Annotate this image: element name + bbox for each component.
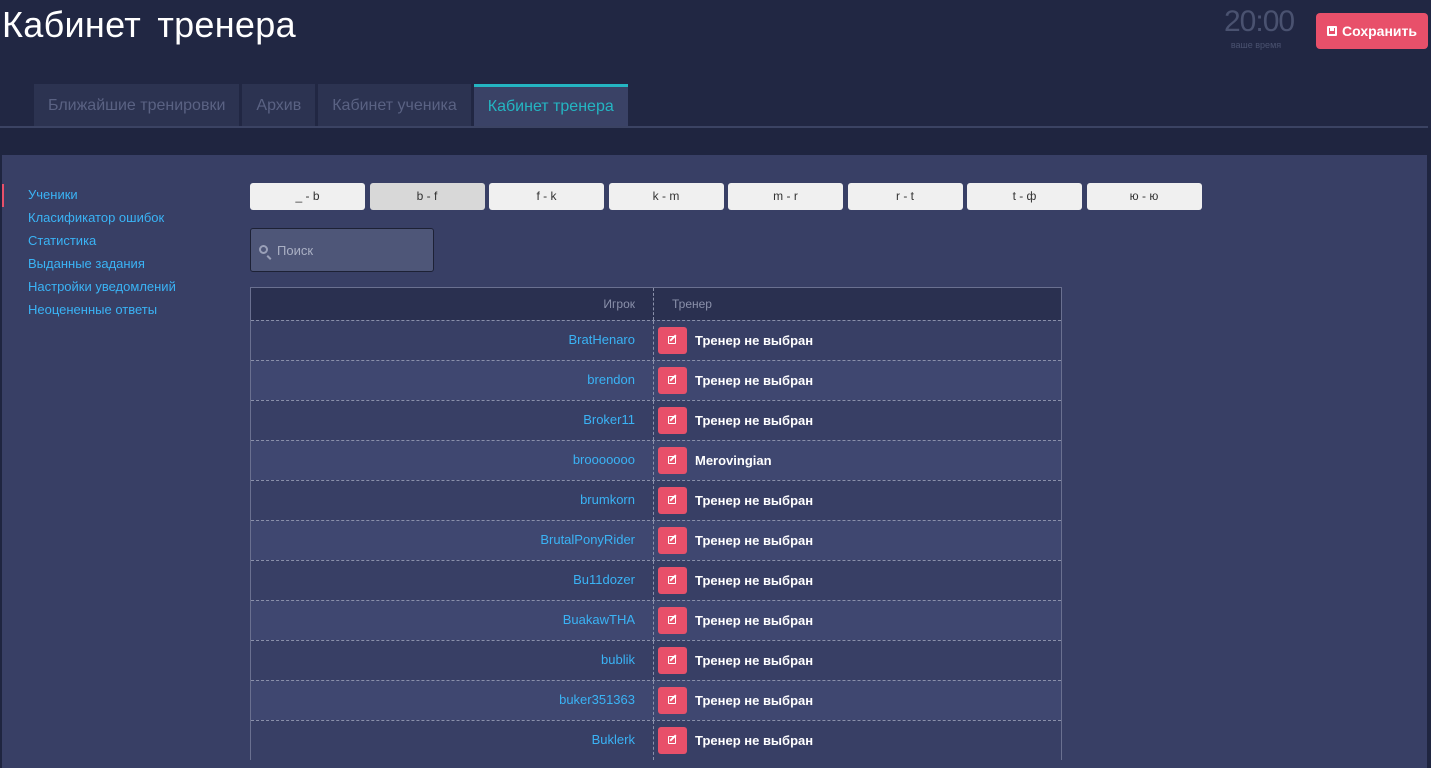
player-name-link[interactable]: BuakawTHA xyxy=(251,601,654,640)
trainer-cell: Тренер не выбран xyxy=(654,601,1061,640)
sidebar-item-notification-settings[interactable]: Настройки уведомлений xyxy=(2,276,232,299)
floppy-icon xyxy=(1327,26,1338,36)
trainer-cell: Тренер не выбран xyxy=(654,681,1061,720)
letter-filter-button[interactable]: f - k xyxy=(489,183,604,210)
table-row: BratHenaro Тренер не выбран xyxy=(251,320,1061,360)
trainer-name: Тренер не выбран xyxy=(695,413,814,428)
player-name-link[interactable]: Bu11dozer xyxy=(251,561,654,600)
trainer-name: Тренер не выбран xyxy=(695,653,814,668)
clock-label: ваше время xyxy=(1230,40,1282,50)
letter-filter-button[interactable]: b - f xyxy=(369,183,485,210)
table-row: BrutalPonyRider Тренер не выбран xyxy=(251,520,1061,560)
edit-trainer-button[interactable] xyxy=(658,567,687,594)
trainer-name: Тренер не выбран xyxy=(695,613,814,628)
edit-trainer-button[interactable] xyxy=(658,727,687,754)
player-name-link[interactable]: BratHenaro xyxy=(251,321,654,360)
edit-trainer-button[interactable] xyxy=(658,687,687,714)
letter-filter: _ - b b - f f - k k - m m - r r - t t - … xyxy=(250,183,1206,210)
tab-divider xyxy=(0,126,1428,128)
table-row: brendon Тренер не выбран xyxy=(251,360,1061,400)
column-header-player: Игрок xyxy=(251,288,654,320)
sidebar-item-issued-tasks[interactable]: Выданные задания xyxy=(2,253,232,276)
edit-trainer-button[interactable] xyxy=(658,327,687,354)
trainer-cell: Тренер не выбран xyxy=(654,721,1061,760)
player-name-link[interactable]: brendon xyxy=(251,361,654,400)
save-button-label: Сохранить xyxy=(1342,23,1417,39)
tab-upcoming-trainings[interactable]: Ближайшие тренировки xyxy=(34,84,240,126)
edit-trainer-button[interactable] xyxy=(658,647,687,674)
sidebar-item-students[interactable]: Ученики xyxy=(2,184,232,207)
students-table: Игрок Тренер BratHenaro Тренер не выбран b… xyxy=(250,287,1062,760)
tab-archive[interactable]: Архив xyxy=(242,84,316,126)
sidebar: Ученики Класификатор ошибок Статистика В… xyxy=(2,184,232,322)
player-name-link[interactable]: brumkorn xyxy=(251,481,654,520)
header: Кабинет тренера 20:00 ваше время Сохрани… xyxy=(0,0,1431,128)
sidebar-item-unrated-answers[interactable]: Неоцененные ответы xyxy=(2,299,232,322)
clock: 20:00 ваше время xyxy=(1224,5,1295,51)
table-row: BuakawTHA Тренер не выбран xyxy=(251,600,1061,640)
table-row: brumkorn Тренер не выбран xyxy=(251,480,1061,520)
edit-trainer-button[interactable] xyxy=(658,407,687,434)
letter-filter-button[interactable]: m - r xyxy=(728,183,843,210)
column-header-trainer: Тренер xyxy=(672,297,712,311)
table-header: Игрок Тренер xyxy=(251,288,1061,320)
player-name-link[interactable]: Broker11 xyxy=(251,401,654,440)
sidebar-item-error-classifier[interactable]: Класификатор ошибок xyxy=(2,207,232,230)
trainer-name: Тренер не выбран xyxy=(695,573,814,588)
save-button[interactable]: Сохранить xyxy=(1316,13,1428,49)
trainer-cell: Тренер не выбран xyxy=(654,401,1061,440)
table-row: buker351363 Тренер не выбран xyxy=(251,680,1061,720)
trainer-name: Тренер не выбран xyxy=(695,373,814,388)
trainer-name: Тренер не выбран xyxy=(695,733,814,748)
player-name-link[interactable]: Buklerk xyxy=(251,721,654,760)
tab-student-cabinet[interactable]: Кабинет ученика xyxy=(318,84,471,126)
trainer-name: Тренер не выбран xyxy=(695,493,814,508)
letter-filter-button[interactable]: ю - ю xyxy=(1086,183,1202,210)
trainer-name: Тренер не выбран xyxy=(695,333,814,348)
table-row: Broker11 Тренер не выбран xyxy=(251,400,1061,440)
page-title: Кабинет тренера xyxy=(2,4,296,45)
letter-filter-button[interactable]: r - t xyxy=(847,183,963,210)
player-name-link[interactable]: BrutalPonyRider xyxy=(251,521,654,560)
letter-filter-button[interactable]: k - m xyxy=(608,183,724,210)
player-name-link[interactable]: buker351363 xyxy=(251,681,654,720)
trainer-cell: Тренер не выбран xyxy=(654,361,1061,400)
tab-trainer-cabinet[interactable]: Кабинет тренера xyxy=(473,84,628,126)
trainer-cell: Тренер не выбран xyxy=(654,521,1061,560)
player-name-link[interactable]: bublik xyxy=(251,641,654,680)
search-icon xyxy=(259,245,268,254)
trainer-name: Тренер не выбран xyxy=(695,693,814,708)
table-body: BratHenaro Тренер не выбран brendon Тренер … xyxy=(251,320,1061,760)
letter-filter-button[interactable]: _ - b xyxy=(250,183,365,210)
sidebar-item-statistics[interactable]: Статистика xyxy=(2,230,232,253)
main-content: Ученики Класификатор ошибок Статистика В… xyxy=(2,155,1427,768)
search-box xyxy=(250,228,434,272)
table-row: brooooooo Merovingian xyxy=(251,440,1061,480)
trainer-cell: Тренер не выбран xyxy=(654,641,1061,680)
trainer-cell: Тренер не выбран xyxy=(654,481,1061,520)
letter-filter-button[interactable]: t - ф xyxy=(967,183,1082,210)
trainer-name: Тренер не выбран xyxy=(695,533,814,548)
table-row: bublik Тренер не выбран xyxy=(251,640,1061,680)
trainer-name: Merovingian xyxy=(695,453,772,468)
player-name-link[interactable]: brooooooo xyxy=(251,441,654,480)
trainer-cell: Merovingian xyxy=(654,441,1061,480)
table-row: Bu11dozer Тренер не выбран xyxy=(251,560,1061,600)
edit-trainer-button[interactable] xyxy=(658,367,687,394)
search-input[interactable] xyxy=(277,229,427,271)
edit-trainer-button[interactable] xyxy=(658,447,687,474)
main-tabs: Ближайшие тренировки Архив Кабинет учени… xyxy=(34,84,631,126)
clock-time: 20:00 xyxy=(1224,5,1295,38)
edit-trainer-button[interactable] xyxy=(658,607,687,634)
edit-trainer-button[interactable] xyxy=(658,527,687,554)
trainer-cell: Тренер не выбран xyxy=(654,321,1061,360)
edit-trainer-button[interactable] xyxy=(658,487,687,514)
table-row: Buklerk Тренер не выбран xyxy=(251,720,1061,760)
trainer-cell: Тренер не выбран xyxy=(654,561,1061,600)
